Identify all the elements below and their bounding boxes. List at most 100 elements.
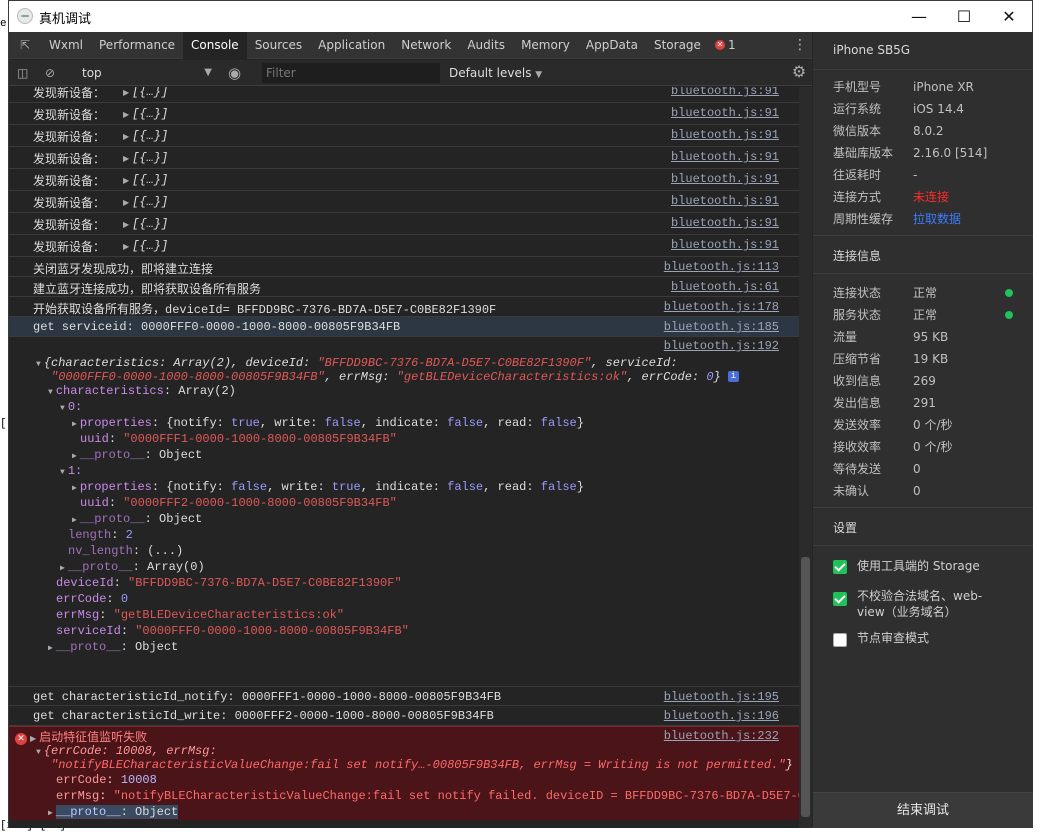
log-object[interactable]: [{…}] bbox=[132, 151, 168, 165]
expand-icon[interactable]: ▶ bbox=[123, 198, 129, 207]
expand-icon[interactable]: ▶ bbox=[123, 154, 129, 163]
source-link[interactable]: bluetooth.js:91 bbox=[671, 172, 779, 186]
context-selector[interactable]: top ▼ bbox=[80, 63, 212, 83]
maximize-icon[interactable]: ☐ bbox=[941, 1, 987, 32]
conn-row: 接收效率 0 个/秒 bbox=[833, 437, 1023, 457]
info-value: 2.16.0 [514] bbox=[913, 146, 988, 160]
collapse-icon[interactable]: ▼ bbox=[60, 468, 65, 477]
source-link[interactable]: bluetooth.js:192 bbox=[664, 339, 779, 353]
source-link[interactable]: bluetooth.js:91 bbox=[671, 238, 779, 252]
source-link[interactable]: bluetooth.js:91 bbox=[671, 128, 779, 142]
tab-sources[interactable]: Sources bbox=[247, 32, 310, 59]
tab-audits[interactable]: Audits bbox=[459, 32, 513, 59]
info-label: 运行系统 bbox=[833, 102, 882, 116]
domain-check-checkbox[interactable] bbox=[833, 592, 847, 606]
minimize-icon[interactable]: — bbox=[896, 1, 942, 32]
expand-icon[interactable]: ▶ bbox=[123, 132, 129, 141]
node-inspect-checkbox[interactable] bbox=[833, 633, 847, 647]
log-object[interactable]: [{…}] bbox=[132, 87, 168, 99]
source-link[interactable]: bluetooth.js:91 bbox=[671, 106, 779, 120]
tab-appdata[interactable]: AppData bbox=[578, 32, 646, 59]
expand-icon[interactable]: ▶ bbox=[123, 220, 129, 229]
storage-checkbox[interactable] bbox=[833, 560, 847, 574]
source-link[interactable]: bluetooth.js:113 bbox=[664, 260, 779, 274]
log-levels-dropdown[interactable]: Default levels ▼ bbox=[449, 60, 542, 86]
expand-icon[interactable]: ▶ bbox=[72, 516, 77, 525]
source-link[interactable]: bluetooth.js:91 bbox=[671, 194, 779, 208]
source-link[interactable]: bluetooth.js:232 bbox=[664, 729, 779, 743]
tab-network[interactable]: Network bbox=[393, 32, 459, 59]
gear-icon[interactable]: ⚙ bbox=[790, 63, 808, 81]
property-value: 2 bbox=[125, 528, 133, 542]
scrollbar-thumb[interactable] bbox=[801, 557, 810, 817]
tab-wxml[interactable]: Wxml bbox=[41, 32, 91, 59]
source-link[interactable]: bluetooth.js:178 bbox=[664, 300, 779, 314]
eye-icon[interactable]: ◉ bbox=[228, 60, 241, 86]
console-prompt-icon[interactable]: › bbox=[17, 827, 22, 828]
expand-icon[interactable]: ▶ bbox=[72, 420, 77, 429]
filter-input[interactable] bbox=[262, 63, 440, 83]
log-object[interactable]: [{…}] bbox=[132, 129, 168, 143]
info-label: 连接状态 bbox=[833, 286, 882, 300]
info-label: 发送效率 bbox=[833, 418, 882, 432]
source-link[interactable]: bluetooth.js:91 bbox=[671, 87, 779, 98]
storage-label: 使用工具端的 Storage bbox=[857, 559, 980, 573]
expand-icon[interactable]: ▶ bbox=[30, 734, 36, 743]
tab-application[interactable]: Application bbox=[310, 32, 393, 59]
property-value: } bbox=[576, 416, 584, 430]
expand-icon[interactable]: ▶ bbox=[123, 176, 129, 185]
log-object[interactable]: [{…}] bbox=[132, 173, 168, 187]
source-link[interactable]: bluetooth.js:91 bbox=[671, 216, 779, 230]
log-object[interactable]: [{…}] bbox=[132, 239, 168, 253]
info-row: 运行系统 iOS 14.4 bbox=[833, 99, 1023, 119]
inspect-icon[interactable]: ⇱ bbox=[9, 32, 41, 59]
source-link[interactable]: bluetooth.js:196 bbox=[664, 709, 779, 723]
property-key: serviceId bbox=[56, 624, 121, 638]
console-scrollbar[interactable] bbox=[799, 87, 812, 828]
conn-row: 等待发送 0 bbox=[833, 459, 1023, 479]
more-options-icon[interactable]: ⋮ bbox=[792, 32, 808, 59]
property-key: __proto__ bbox=[79, 512, 145, 526]
clear-console-icon[interactable]: ⊘ bbox=[45, 60, 55, 86]
log-object[interactable]: [{…}] bbox=[132, 217, 168, 231]
property-value: : Array(2) bbox=[163, 384, 236, 398]
domain-check-label: 不校验合法域名、web- bbox=[857, 589, 983, 603]
info-label: 未确认 bbox=[833, 484, 870, 498]
tab-console[interactable]: Console bbox=[183, 31, 247, 59]
info-value: - bbox=[913, 168, 918, 182]
tab-memory[interactable]: Memory bbox=[513, 32, 578, 59]
fetch-data-link[interactable]: 拉取数据 bbox=[913, 209, 961, 229]
collapse-icon[interactable]: ▼ bbox=[36, 748, 41, 757]
source-link[interactable]: bluetooth.js:195 bbox=[664, 690, 779, 704]
sidebar-toggle-icon[interactable]: ◫ bbox=[17, 60, 28, 86]
log-object[interactable]: [{…}] bbox=[132, 195, 168, 209]
expand-icon[interactable]: ▶ bbox=[60, 564, 65, 573]
expand-icon[interactable]: ▶ bbox=[72, 484, 77, 493]
expand-icon[interactable]: ▶ bbox=[123, 88, 129, 97]
expand-icon[interactable]: ▶ bbox=[123, 110, 129, 119]
collapse-icon[interactable]: ▼ bbox=[60, 404, 65, 413]
expand-icon[interactable]: ▶ bbox=[123, 242, 129, 251]
error-count-badge[interactable]: ✕ 1 bbox=[709, 38, 742, 52]
collapse-icon[interactable]: ▼ bbox=[48, 388, 53, 397]
property-value: : {notify: bbox=[151, 416, 232, 430]
domain-check-label: view（业务域名） bbox=[857, 605, 957, 619]
info-label: 接收效率 bbox=[833, 440, 882, 454]
property-key: errMsg bbox=[56, 789, 100, 803]
source-link[interactable]: bluetooth.js:185 bbox=[664, 320, 779, 334]
tab-performance[interactable]: Performance bbox=[91, 32, 183, 59]
close-icon[interactable]: ✕ bbox=[986, 1, 1032, 32]
status-dot-icon bbox=[1005, 289, 1013, 297]
expand-icon[interactable]: ▶ bbox=[72, 452, 77, 461]
expand-icon[interactable]: ▶ bbox=[48, 644, 53, 653]
source-link[interactable]: bluetooth.js:91 bbox=[671, 150, 779, 164]
collapse-icon[interactable]: ▼ bbox=[36, 360, 41, 369]
end-debug-button[interactable]: 结束调试 bbox=[813, 792, 1033, 828]
expand-icon[interactable]: ▶ bbox=[48, 809, 53, 818]
source-link[interactable]: bluetooth.js:61 bbox=[671, 280, 779, 294]
object-summary: , errCode: bbox=[627, 370, 707, 384]
tab-storage[interactable]: Storage bbox=[646, 32, 709, 59]
log-object[interactable]: [{…}] bbox=[132, 107, 168, 121]
property-value: , write: bbox=[259, 416, 325, 430]
log-message: 发现新设备： bbox=[33, 152, 106, 166]
